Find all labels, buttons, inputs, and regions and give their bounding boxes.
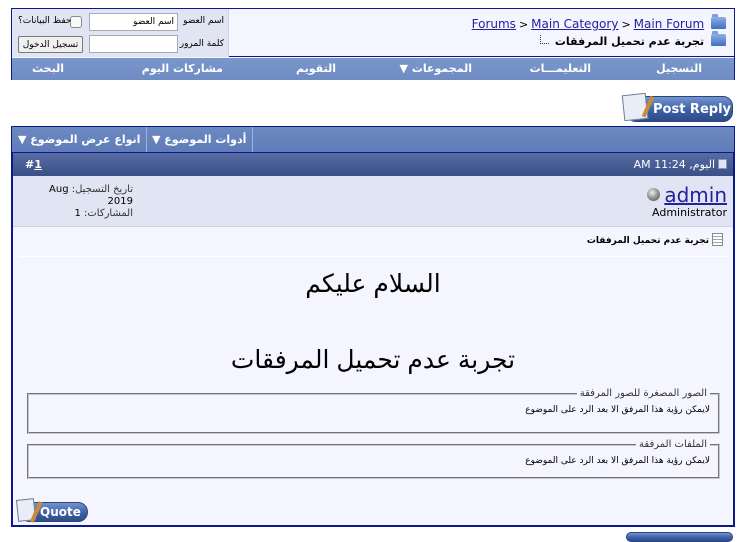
attached-thumbnails: الصور المصغرة للصور المرفقة لايمكن رؤية …	[27, 388, 720, 434]
user-info-row: admin Administrator تاريخ التسجيل: Aug 2…	[13, 176, 733, 227]
display-modes-menu[interactable]: انواع عرض الموضوع ▼	[12, 127, 148, 152]
login-button[interactable]: تسجيل الدخول	[18, 36, 83, 53]
attached-files-legend: الملفات المرفقة	[639, 439, 707, 450]
folder-open-icon	[711, 31, 726, 46]
post-number-prefix: #	[25, 158, 35, 171]
navbar-top: اسم العضو حفظ البيانات؟ كلمة المرور تسجي…	[12, 9, 734, 57]
post-date-text: اليوم, 11:24 AM	[633, 158, 715, 171]
quote-button[interactable]: Quote	[15, 498, 88, 522]
post-number-link[interactable]: #1	[25, 158, 42, 171]
login-form: اسم العضو حفظ البيانات؟ كلمة المرور تسجي…	[12, 9, 229, 57]
breadcrumb-separator: >	[621, 18, 631, 31]
post-reply-button[interactable]: Post Reply	[621, 92, 733, 122]
remember-checkbox[interactable]	[70, 16, 82, 28]
post-reply-button-bottom[interactable]	[626, 532, 733, 542]
attachment-notice: لايمكن رؤية هذا المرفق الا بعد الرد على …	[525, 405, 710, 415]
post-header: #1 اليوم, 11:24 AM	[13, 153, 733, 176]
join-date-label: تاريخ التسجيل:	[71, 184, 133, 195]
navbar: اسم العضو حفظ البيانات؟ كلمة المرور تسجي…	[11, 8, 735, 80]
user-stats: تاريخ التسجيل: Aug 2019 المشاركات: 1	[21, 184, 133, 220]
username-input[interactable]	[89, 13, 178, 31]
attached-files: الملفات المرفقة لايمكن رؤية هذا المرفق ا…	[27, 439, 720, 479]
breadcrumb: Forums > Main Category > Main Forum	[472, 14, 726, 31]
offline-status-icon	[647, 188, 661, 201]
nav-register[interactable]: التسجيل	[656, 62, 702, 75]
document-icon	[712, 233, 723, 246]
remember-label: حفظ البيانات؟	[18, 16, 72, 26]
breadcrumb-main-category[interactable]: Main Category	[531, 17, 618, 31]
password-input[interactable]	[89, 35, 178, 53]
attached-thumbnails-legend: الصور المصغرة للصور المرفقة	[579, 388, 707, 399]
folder-icon	[711, 14, 726, 29]
password-label: كلمة المرور	[179, 39, 224, 49]
post-count: المشاركات: 1	[21, 208, 133, 220]
breadcrumb-main-forum[interactable]: Main Forum	[634, 17, 705, 31]
join-date: تاريخ التسجيل: Aug 2019	[21, 184, 133, 208]
message-line: السلام عليكم	[305, 270, 441, 298]
divider	[19, 256, 727, 257]
post-date: اليوم, 11:24 AM	[634, 158, 727, 171]
message-title-text: تجربة عدم تحميل المرفقات	[586, 236, 709, 246]
message-title: تجربة عدم تحميل المرفقات	[587, 233, 723, 246]
breadcrumb-separator: >	[518, 18, 529, 31]
post-count-label: المشاركات:	[84, 208, 133, 219]
nav-search[interactable]: البحث	[32, 62, 64, 75]
thread-tools-menu[interactable]: أدوات الموضوع ▼	[146, 127, 254, 152]
post-count-value: 1	[74, 208, 81, 219]
nav-calendar[interactable]: التقويم	[296, 62, 336, 75]
quote-label: Quote	[40, 505, 81, 519]
post-reply-icon	[621, 92, 649, 122]
post-icon	[718, 159, 727, 169]
attachment-notice: لايمكن رؤية هذا المرفق الا بعد الرد على …	[525, 456, 710, 466]
nav-groups[interactable]: المجموعات ▼	[400, 62, 472, 75]
post-number: 1	[34, 158, 42, 171]
tree-connector-icon	[540, 35, 550, 44]
nav-faq[interactable]: التعليمـــات	[530, 62, 591, 75]
post: #1 اليوم, 11:24 AM admin Administrator ت…	[11, 152, 735, 527]
user-title: Administrator	[652, 206, 727, 219]
username-label: اسم العضو	[183, 16, 224, 26]
breadcrumb-forums[interactable]: Forums	[472, 17, 516, 31]
username-link[interactable]: admin	[664, 183, 727, 207]
thread-title: تجربة عدم تحميل المرفقات	[554, 35, 705, 48]
message-line: تجربة عدم تحميل المرفقات	[230, 346, 516, 374]
thread-tools-bar: أدوات الموضوع ▼ انواع عرض الموضوع ▼	[11, 126, 735, 152]
post-reply-label: Post Reply	[653, 101, 731, 117]
current-thread: تجربة عدم تحميل المرفقات	[540, 31, 726, 48]
nav-todays-posts[interactable]: مشاركات اليوم	[142, 62, 223, 75]
quote-icon	[15, 498, 37, 522]
nav-menu: التسجيل التعليمـــات المجموعات ▼ التقويم…	[12, 58, 734, 80]
user-block: admin Administrator	[647, 183, 727, 219]
